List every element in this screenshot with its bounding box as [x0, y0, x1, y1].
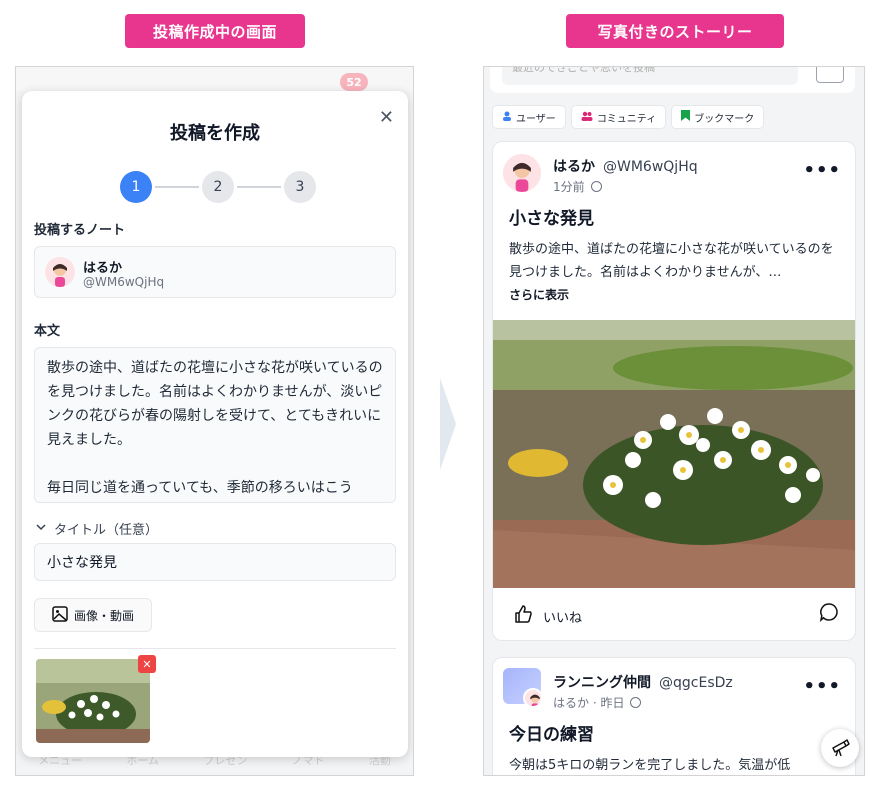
post-meta: はるか · 昨日: [553, 694, 642, 711]
note-selector[interactable]: はるか @WM6wQjHq: [34, 246, 396, 298]
globe-icon: [590, 181, 602, 192]
avatar: [45, 257, 75, 287]
add-media-button[interactable]: 画像・動画: [34, 598, 152, 632]
post-body: 散歩の途中、道ばたの花壇に小さな花が咲いているのを見つけました。名前はよくわかり…: [509, 242, 834, 280]
filter-chips: ユーザー コミュニティ ブックマーク: [492, 105, 765, 129]
more-options-icon[interactable]: •••: [803, 160, 841, 181]
like-button[interactable]: いいね: [513, 604, 582, 628]
remove-image-button[interactable]: ✕: [138, 655, 156, 673]
post-image[interactable]: [493, 320, 855, 588]
composer-bar: 最近のできごとや思いを投稿: [490, 67, 855, 93]
compose-screen: 52 メニュー ホーム プレゼン ノマド 活動 ✕ 投稿を作成 1 2 3 投稿…: [15, 66, 414, 776]
caption-left: 投稿作成中の画面: [125, 14, 305, 48]
post-sub: はるか · 昨日: [553, 696, 625, 710]
chip-label: ブックマーク: [694, 113, 755, 125]
community-handle: @qgcEsDz: [659, 675, 733, 691]
create-post-modal: ✕ 投稿を作成 1 2 3 投稿するノート はるか @WM6wQjHq 本文 散…: [22, 91, 408, 757]
read-more-link[interactable]: さらに表示: [509, 286, 569, 303]
note-label: 投稿するノート: [34, 223, 126, 238]
comment-icon[interactable]: [819, 602, 839, 626]
post-meta: 1分前: [553, 178, 602, 195]
step-2[interactable]: 2: [202, 171, 234, 203]
user-icon: [502, 111, 512, 124]
step-connector: [237, 186, 281, 188]
note-author-name: はるか: [83, 261, 123, 276]
chip-user[interactable]: ユーザー: [492, 105, 566, 129]
community-name: ランニング仲間: [553, 675, 651, 691]
chip-label: ユーザー: [516, 113, 556, 125]
step-connector: [155, 186, 199, 188]
post-author[interactable]: はるか @WM6wQjHq: [553, 156, 698, 176]
post-body: 今朝は5キロの朝ランを完了しました。気温が低: [509, 758, 791, 773]
add-media-label: 画像・動画: [73, 608, 134, 623]
notification-badge: 52: [340, 73, 368, 91]
image-upload-button[interactable]: [816, 67, 844, 83]
users-icon: [581, 111, 593, 124]
chip-label: コミュニティ: [596, 113, 657, 125]
image-icon: [52, 605, 68, 625]
more-options-icon[interactable]: •••: [803, 676, 841, 697]
modal-title: 投稿を作成: [170, 123, 260, 144]
post-title: 小さな発見: [509, 209, 594, 229]
post-time: 1分前: [553, 180, 585, 194]
divider: [34, 648, 396, 649]
thumbs-up-icon: [513, 604, 533, 628]
post-title: 今日の練習: [509, 725, 594, 745]
globe-icon: [630, 697, 642, 708]
telescope-icon[interactable]: [821, 729, 859, 767]
chip-community[interactable]: コミュニティ: [570, 105, 667, 129]
caption-right: 写真付きのストーリー: [566, 14, 784, 48]
stepper: 1 2 3: [120, 171, 316, 203]
chevron-down-icon: [36, 521, 46, 536]
chip-bookmark[interactable]: ブックマーク: [671, 105, 765, 129]
arrow-right-icon: [440, 378, 456, 470]
like-label: いいね: [543, 610, 583, 626]
note-author-handle: @WM6wQjHq: [83, 275, 165, 289]
avatar[interactable]: [503, 154, 541, 192]
feed-screen: 最近のできごとや思いを投稿 ユーザー コミュニティ ブックマーク はるか @WM6…: [483, 66, 865, 776]
title-toggle[interactable]: タイトル（任意）: [36, 519, 158, 538]
post-card: はるか @WM6wQjHq 1分前 ••• 小さな発見 散歩の途中、道ばたの花壇に…: [492, 141, 856, 641]
attached-image-thumbnail[interactable]: [36, 659, 150, 743]
author-name: はるか: [553, 159, 595, 175]
body-textarea[interactable]: 散歩の途中、道ばたの花壇に小さな花が咲いているのを見つけました。名前はよくわかり…: [34, 347, 396, 503]
avatar: [523, 688, 543, 708]
step-1[interactable]: 1: [120, 171, 152, 203]
step-3[interactable]: 3: [284, 171, 316, 203]
post-community[interactable]: ランニング仲間 @qgcEsDz: [553, 672, 733, 692]
title-input[interactable]: 小さな発見: [34, 543, 396, 581]
post-input[interactable]: 最近のできごとや思いを投稿: [502, 67, 798, 85]
bookmark-icon: [681, 110, 691, 124]
title-toggle-label: タイトル（任意）: [54, 523, 159, 538]
author-handle: @WM6wQjHq: [603, 159, 698, 175]
post-card: ランニング仲間 @qgcEsDz はるか · 昨日 ••• 今日の練習 今朝は5キ…: [492, 657, 856, 775]
body-label: 本文: [34, 324, 61, 339]
